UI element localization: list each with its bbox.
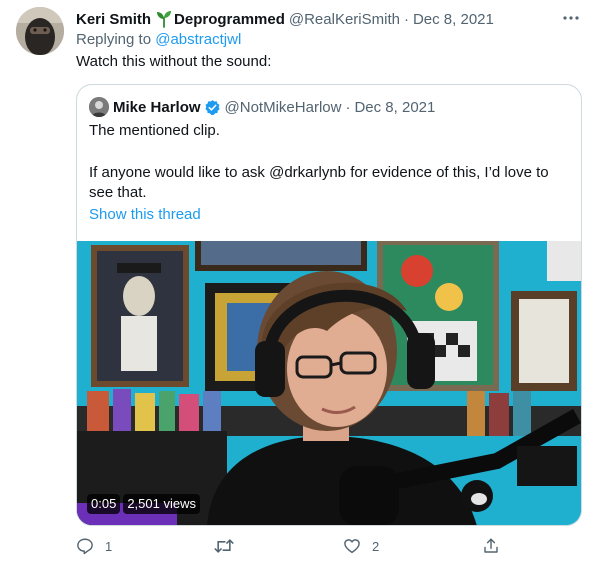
author-handle[interactable]: @RealKeriSmith xyxy=(289,11,400,28)
reply-handle-link[interactable]: @abstractjwl xyxy=(155,31,241,48)
share-icon xyxy=(482,537,500,555)
replying-to: Replying to @abstractjwl xyxy=(76,31,241,48)
share-action[interactable] xyxy=(482,533,511,559)
video-player[interactable]: 0:05 2,501 views xyxy=(77,241,581,525)
like-action[interactable]: 2 xyxy=(343,533,379,559)
author-avatar[interactable] xyxy=(16,7,64,55)
tweet-header: Keri Smith Deprogrammed @RealKeriSmith ·… xyxy=(76,9,581,29)
replying-to-label: Replying to xyxy=(76,31,152,48)
quoted-author-name[interactable]: Mike Harlow xyxy=(113,99,201,116)
tweet-date[interactable]: Dec 8, 2021 xyxy=(413,11,494,28)
show-thread-link[interactable]: Show this thread xyxy=(89,206,201,223)
retweet-action[interactable] xyxy=(214,533,245,559)
retweet-icon xyxy=(214,537,234,555)
tweet-actions: 1 2 xyxy=(76,533,506,559)
separator-dot: · xyxy=(403,10,409,28)
separator-dot: · xyxy=(345,98,351,116)
reply-action[interactable]: 1 xyxy=(76,533,112,559)
video-frame xyxy=(77,241,581,525)
quoted-tweet[interactable]: Mike Harlow @NotMikeHarlow · Dec 8, 2021… xyxy=(76,84,582,526)
video-timestamp: 0:05 xyxy=(87,494,121,514)
reply-count: 1 xyxy=(105,538,113,554)
video-badges: 0:05 2,501 views xyxy=(87,494,200,514)
author-name[interactable]: Keri Smith xyxy=(76,11,151,28)
quoted-author-avatar[interactable] xyxy=(89,97,109,117)
more-horizontal-icon[interactable] xyxy=(561,8,581,28)
heart-icon xyxy=(343,537,361,555)
quoted-tweet-text-body: If anyone would like to ask @drkarlynb f… xyxy=(89,164,549,201)
quoted-tweet-text-line1: The mentioned clip. xyxy=(89,122,220,139)
tweet[interactable]: Keri Smith Deprogrammed @RealKeriSmith ·… xyxy=(0,0,597,562)
quoted-tweet-header: Mike Harlow @NotMikeHarlow · Dec 8, 2021 xyxy=(89,97,435,117)
seedling-icon xyxy=(155,10,173,28)
author-name-suffix[interactable]: Deprogrammed xyxy=(174,11,285,28)
quoted-author-handle[interactable]: @NotMikeHarlow xyxy=(225,99,342,116)
reply-icon xyxy=(76,537,94,555)
verified-badge-icon xyxy=(204,99,221,116)
like-count: 2 xyxy=(372,538,380,554)
tweet-text: Watch this without the sound: xyxy=(76,53,272,70)
quoted-tweet-date[interactable]: Dec 8, 2021 xyxy=(354,99,435,116)
video-views: 2,501 views xyxy=(123,494,200,514)
